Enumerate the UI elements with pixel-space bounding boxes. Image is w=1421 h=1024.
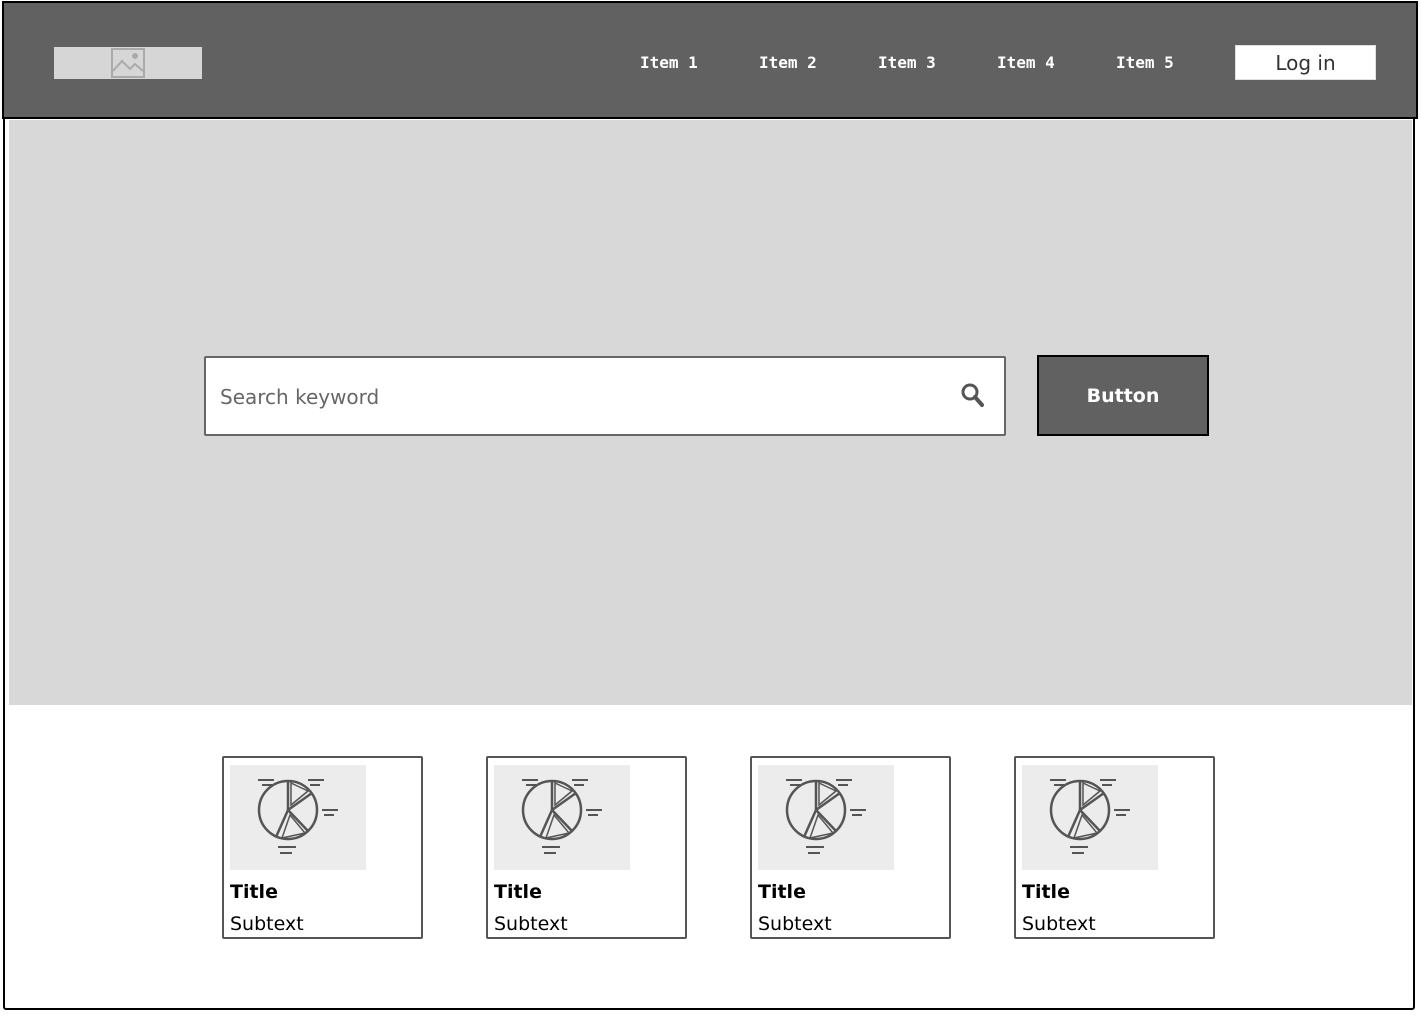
nav-item-1[interactable]: Item 1 [640,53,698,73]
search-placeholder: Search keyword [220,385,380,409]
search-icon[interactable] [958,381,986,409]
card-thumbnail [758,765,894,870]
top-navbar: Item 1 Item 2 Item 3 Item 4 Item 5 Log i… [2,1,1418,119]
card-subtext: Subtext [494,913,568,935]
nav-item-4[interactable]: Item 4 [997,53,1055,73]
card-subtext: Subtext [1022,913,1096,935]
nav-item-5[interactable]: Item 5 [1116,53,1174,73]
card-thumbnail [230,765,366,870]
card-1[interactable]: Title Subtext [222,756,423,939]
pie-chart-icon [521,779,602,854]
card-thumbnail [1022,765,1158,870]
pie-chart-icon [1049,779,1130,854]
nav-item-3[interactable]: Item 3 [878,53,936,73]
card-4[interactable]: Title Subtext [1014,756,1215,939]
search-submit-button[interactable]: Button [1037,355,1209,436]
card-2[interactable]: Title Subtext [486,756,687,939]
pie-chart-icon [257,779,338,854]
pie-chart-icon [785,779,866,854]
card-title: Title [1022,881,1070,903]
login-button[interactable]: Log in [1235,45,1376,80]
image-placeholder-icon [111,48,145,78]
card-title: Title [494,881,542,903]
card-title: Title [230,881,278,903]
logo[interactable] [54,47,202,79]
card-subtext: Subtext [758,913,832,935]
login-button-label: Log in [1275,50,1336,75]
card-3[interactable]: Title Subtext [750,756,951,939]
card-subtext: Subtext [230,913,304,935]
search-input[interactable]: Search keyword [204,356,1006,436]
card-title: Title [758,881,806,903]
nav-item-2[interactable]: Item 2 [759,53,817,73]
card-thumbnail [494,765,630,870]
search-submit-label: Button [1086,384,1160,407]
